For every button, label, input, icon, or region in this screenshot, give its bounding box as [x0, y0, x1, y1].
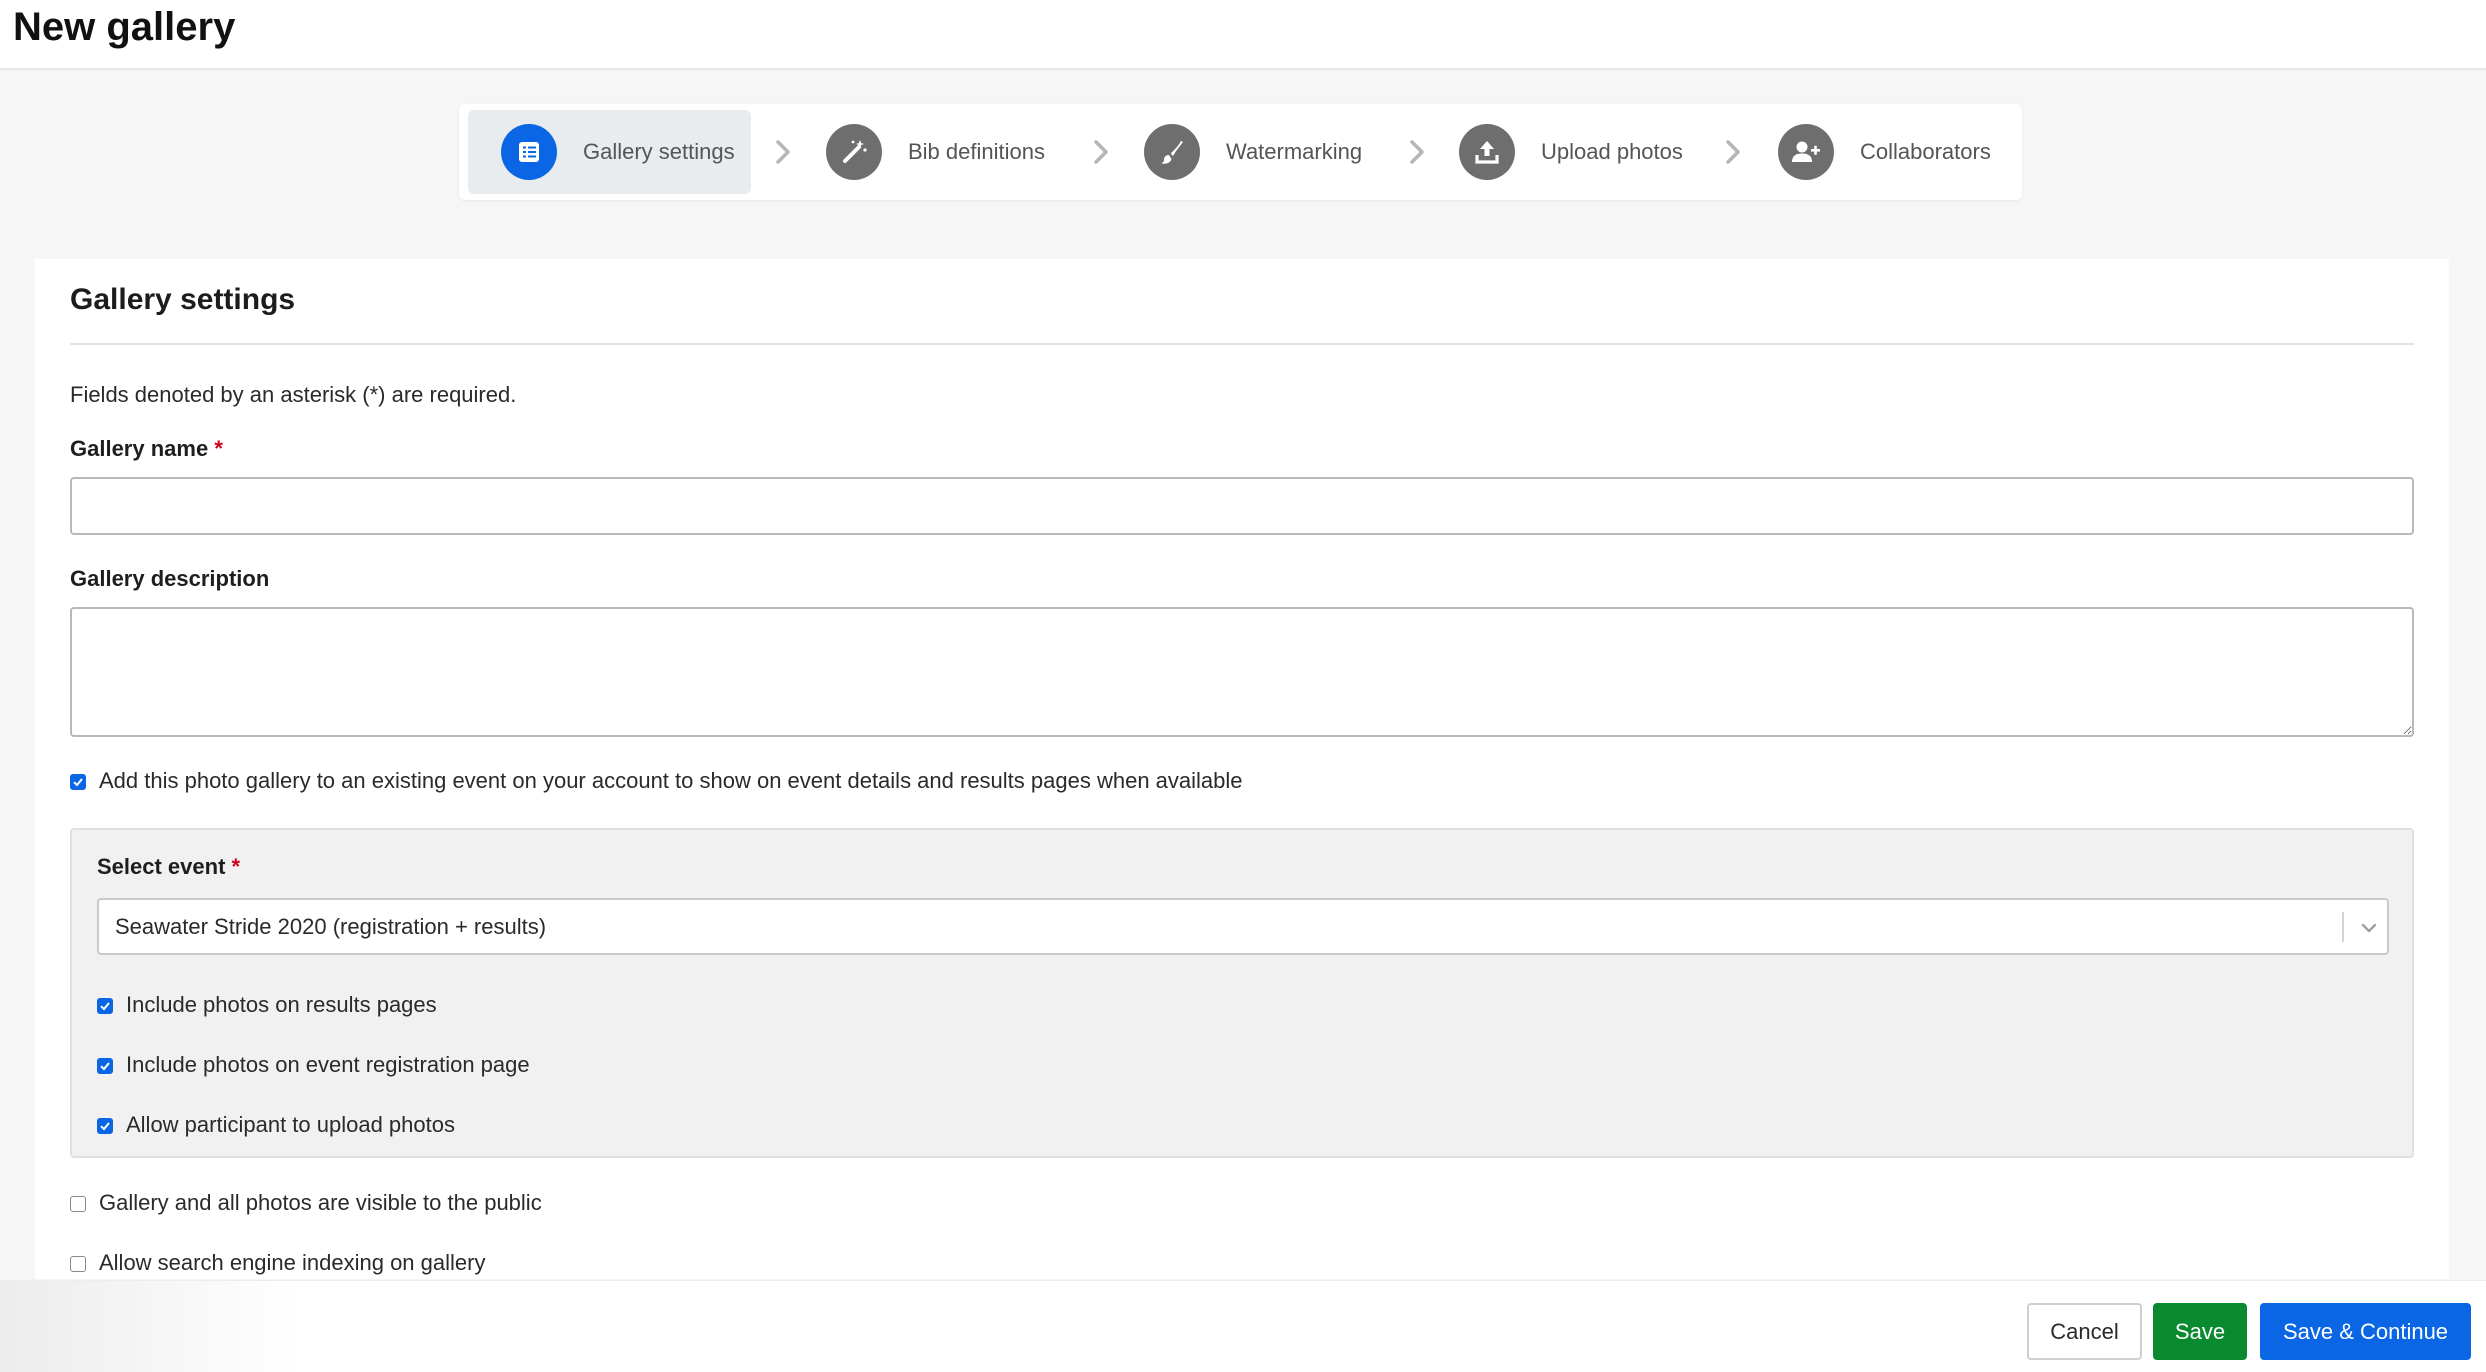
magic-wand-icon — [826, 124, 882, 180]
chevron-right-icon — [1399, 134, 1435, 170]
select-separator — [2342, 912, 2344, 942]
add-to-event-label: Add this photo gallery to an existing ev… — [99, 768, 1243, 793]
chevron-down-icon[interactable] — [2355, 914, 2383, 942]
step-gallery-settings[interactable]: Gallery settings — [468, 110, 751, 194]
step-label: Watermarking — [1226, 139, 1363, 164]
divider — [70, 343, 2414, 345]
chevron-right-icon — [765, 134, 801, 170]
step-collaborators[interactable]: Collaborators — [1778, 110, 2003, 194]
add-user-icon — [1778, 124, 1834, 180]
top-bar: New gallery — [0, 0, 2486, 70]
gallery-settings-card: Gallery settings Fields denoted by an as… — [35, 259, 2449, 1279]
include-registration-label: Include photos on event registration pag… — [126, 1052, 530, 1077]
list-icon — [501, 124, 557, 180]
include-registration-checkbox[interactable] — [97, 1058, 113, 1074]
step-upload-photos[interactable]: Upload photos — [1459, 110, 1689, 194]
cancel-button[interactable]: Cancel — [2027, 1303, 2142, 1360]
save-continue-button[interactable]: Save & Continue — [2260, 1303, 2471, 1360]
include-results-label: Include photos on results pages — [126, 992, 437, 1017]
paintbrush-icon — [1144, 124, 1200, 180]
wizard-stepper: Gallery settings Bib definitions Waterma… — [459, 104, 2022, 200]
add-to-event-checkbox[interactable] — [70, 774, 86, 790]
participant-upload-label: Allow participant to upload photos — [126, 1112, 455, 1137]
upload-icon — [1459, 124, 1515, 180]
required-note: Fields denoted by an asterisk (*) are re… — [70, 382, 517, 407]
required-asterisk: * — [214, 436, 223, 461]
save-button[interactable]: Save — [2153, 1303, 2247, 1360]
event-panel: Select event * Seawater Stride 2020 (reg… — [70, 828, 2414, 1158]
public-visible-label: Gallery and all photos are visible to th… — [99, 1190, 542, 1215]
page-title: New gallery — [13, 5, 236, 49]
include-results-checkbox[interactable] — [97, 998, 113, 1014]
participant-upload-checkbox[interactable] — [97, 1118, 113, 1134]
step-watermarking[interactable]: Watermarking — [1144, 110, 1369, 194]
gallery-name-label: Gallery name * — [70, 436, 223, 461]
event-select[interactable]: Seawater Stride 2020 (registration + res… — [97, 898, 2389, 955]
step-label: Gallery settings — [583, 139, 735, 164]
chevron-right-icon — [1715, 134, 1751, 170]
search-indexing-checkbox[interactable] — [70, 1256, 86, 1272]
gallery-name-input[interactable] — [70, 477, 2414, 535]
footer-bar: Cancel Save Save & Continue — [0, 1280, 2486, 1372]
step-label: Collaborators — [1860, 139, 1991, 164]
gallery-description-label: Gallery description — [70, 566, 270, 591]
gallery-description-textarea[interactable] — [70, 607, 2414, 737]
event-select-value: Seawater Stride 2020 (registration + res… — [115, 914, 547, 939]
section-title: Gallery settings — [70, 283, 296, 316]
required-asterisk: * — [231, 854, 241, 879]
step-bib-definitions[interactable]: Bib definitions — [826, 110, 1066, 194]
step-label: Bib definitions — [908, 139, 1045, 164]
step-label: Upload photos — [1541, 139, 1683, 164]
select-event-label: Select event * — [97, 854, 241, 879]
public-visible-checkbox[interactable] — [70, 1196, 86, 1212]
search-indexing-label: Allow search engine indexing on gallery — [99, 1250, 486, 1275]
chevron-right-icon — [1083, 134, 1119, 170]
